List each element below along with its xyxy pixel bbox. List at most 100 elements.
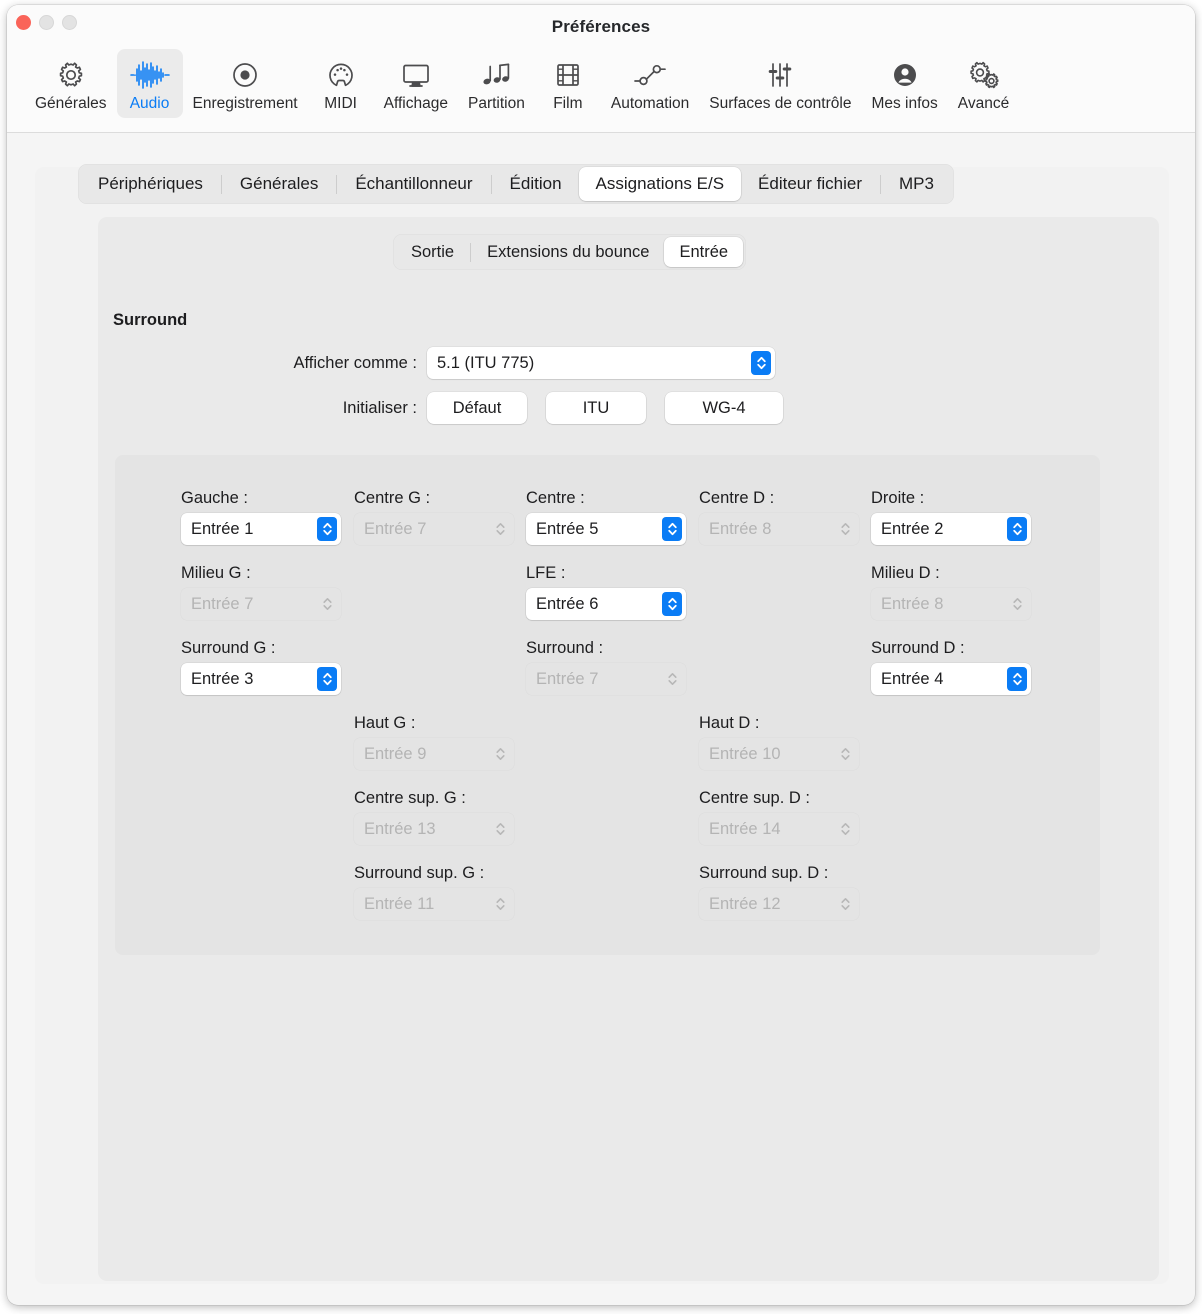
toolbar-item-film[interactable]: Film: [535, 49, 601, 118]
channel-label: Milieu D :: [871, 564, 940, 582]
chevron-updown-icon: [1007, 667, 1027, 691]
toolbar-item-generales[interactable]: Générales: [25, 49, 117, 118]
subtab-entree[interactable]: Entrée: [664, 237, 744, 267]
tab-mp3[interactable]: MP3: [882, 167, 951, 201]
tab-assignations-es[interactable]: Assignations E/S: [578, 167, 742, 201]
toolbar-item-audio[interactable]: Audio: [116, 49, 183, 118]
toolbar-item-enregistrement[interactable]: Enregistrement: [183, 49, 308, 118]
toolbar-item-affichage[interactable]: Affichage: [374, 49, 458, 118]
tab-echantillonneur[interactable]: Échantillonneur: [338, 167, 489, 201]
afficher-comme-label: Afficher comme :: [293, 353, 417, 372]
channel-cell-haut-d: Haut D : Entrée 10: [699, 714, 859, 770]
tab-divider: [220, 174, 222, 194]
chevron-updown-icon: [662, 667, 682, 691]
subtab-sortie[interactable]: Sortie: [396, 237, 469, 267]
channel-label: Droite :: [871, 489, 925, 507]
channel-dropdown-droite[interactable]: Entrée 2: [871, 513, 1031, 545]
chevron-updown-icon: [835, 892, 855, 916]
channel-cell-surround-d: Surround D : Entrée 4: [871, 639, 1031, 695]
channel-value: Entrée 8: [881, 594, 944, 613]
tab-edition[interactable]: Édition: [493, 167, 579, 201]
chevron-updown-icon: [662, 517, 682, 541]
channel-dropdown-haut-g: Entrée 9: [354, 738, 514, 770]
channel-value: Entrée 3: [191, 669, 254, 688]
initialiser-itu-button[interactable]: ITU: [546, 392, 646, 424]
channel-cell-centre-sup-d: Centre sup. D : Entrée 14: [699, 789, 859, 845]
toolbar-item-label: Automation: [610, 95, 690, 112]
toolbar-item-midi[interactable]: MIDI: [308, 49, 374, 118]
channel-label: Centre D :: [699, 489, 775, 507]
surround-channel-grid: Gauche : Entrée 1 Centre G : Entrée 7 Ce…: [115, 455, 1100, 955]
channel-dropdown-milieu-d: Entrée 8: [871, 588, 1031, 620]
channel-value: Entrée 1: [191, 519, 254, 538]
chevron-updown-icon: [835, 817, 855, 841]
afficher-comme-value: 5.1 (ITU 775): [437, 353, 535, 372]
channel-label: Haut D :: [699, 714, 760, 732]
channel-value: Entrée 7: [536, 669, 599, 688]
channel-value: Entrée 7: [364, 519, 427, 538]
channel-value: Entrée 13: [364, 819, 436, 838]
gear-icon: [56, 56, 86, 94]
chevron-updown-icon: [835, 517, 855, 541]
preferences-toolbar: Générales Audio Enregistrement MIDI Affi…: [7, 49, 1195, 127]
channel-value: Entrée 9: [364, 744, 427, 763]
tab-editeur-fichier[interactable]: Éditeur fichier: [741, 167, 879, 201]
channel-label: Surround D :: [871, 639, 965, 657]
channel-label: Centre G :: [354, 489, 431, 507]
channel-label: Centre sup. D :: [699, 789, 810, 807]
channel-value: Entrée 7: [191, 594, 254, 613]
channel-dropdown-surround-d[interactable]: Entrée 4: [871, 663, 1031, 695]
toolbar-item-label: Affichage: [383, 95, 448, 112]
channel-dropdown-centre[interactable]: Entrée 5: [526, 513, 686, 545]
window-title: Préférences: [551, 17, 651, 36]
channel-cell-surround: Surround : Entrée 7: [526, 639, 686, 695]
initialiser-defaut-button[interactable]: Défaut: [427, 392, 527, 424]
channel-value: Entrée 2: [881, 519, 944, 538]
channel-cell-surround-sup-d: Surround sup. D : Entrée 12: [699, 864, 859, 920]
tab-divider: [336, 174, 338, 194]
channel-dropdown-centre-g: Entrée 7: [354, 513, 514, 545]
channel-dropdown-surround-sup-d: Entrée 12: [699, 888, 859, 920]
channel-label: Centre :: [526, 489, 585, 507]
channel-dropdown-centre-sup-g: Entrée 13: [354, 813, 514, 845]
chevron-updown-icon: [1007, 592, 1027, 616]
channel-label: Milieu G :: [181, 564, 251, 582]
channel-label: Surround G :: [181, 639, 276, 657]
tab-divider: [490, 174, 492, 194]
toolbar-item-mes-infos[interactable]: Mes infos: [861, 49, 947, 118]
toolbar-item-automation[interactable]: Automation: [601, 49, 699, 118]
channel-cell-milieu-d: Milieu D : Entrée 8: [871, 564, 1031, 620]
channel-label: Gauche :: [181, 489, 248, 507]
toolbar-item-label: Surfaces de contrôle: [709, 95, 852, 112]
channel-cell-lfe: LFE : Entrée 6: [526, 564, 686, 620]
channel-dropdown-lfe[interactable]: Entrée 6: [526, 588, 686, 620]
tab-peripheriques[interactable]: Périphériques: [81, 167, 220, 201]
toolbar-item-label: Partition: [467, 95, 525, 112]
film-strip-icon: [553, 56, 583, 94]
channel-value: Entrée 6: [536, 594, 599, 613]
toolbar-item-label: Audio: [129, 95, 170, 112]
chevron-updown-icon: [490, 817, 510, 841]
toolbar-item-partition[interactable]: Partition: [458, 49, 535, 118]
channel-dropdown-surround-g[interactable]: Entrée 3: [181, 663, 341, 695]
channel-dropdown-centre-sup-d: Entrée 14: [699, 813, 859, 845]
waveform-icon: [129, 56, 171, 94]
channel-label: Surround :: [526, 639, 604, 657]
channel-value: Entrée 5: [536, 519, 599, 538]
display-icon: [400, 56, 432, 94]
channel-cell-gauche: Gauche : Entrée 1: [181, 489, 341, 545]
channel-cell-milieu-g: Milieu G : Entrée 7: [181, 564, 341, 620]
io-assignments-sub-tab-bar: Sortie Extensions du bounce Entrée: [393, 234, 747, 270]
afficher-comme-dropdown[interactable]: 5.1 (ITU 775): [427, 347, 775, 379]
tab-generales[interactable]: Générales: [223, 167, 335, 201]
chevron-updown-icon: [1007, 517, 1027, 541]
toolbar-item-avance[interactable]: Avancé: [948, 49, 1019, 118]
subtab-extensions-du-bounce[interactable]: Extensions du bounce: [472, 237, 664, 267]
channel-cell-droite: Droite : Entrée 2: [871, 489, 1031, 545]
channel-cell-centre-g: Centre G : Entrée 7: [354, 489, 514, 545]
toolbar-item-surfaces-de-controle[interactable]: Surfaces de contrôle: [699, 49, 861, 118]
channel-dropdown-gauche[interactable]: Entrée 1: [181, 513, 341, 545]
initialiser-wg4-button[interactable]: WG-4: [665, 392, 783, 424]
channel-value: Entrée 11: [364, 894, 435, 913]
channel-dropdown-milieu-g: Entrée 7: [181, 588, 341, 620]
